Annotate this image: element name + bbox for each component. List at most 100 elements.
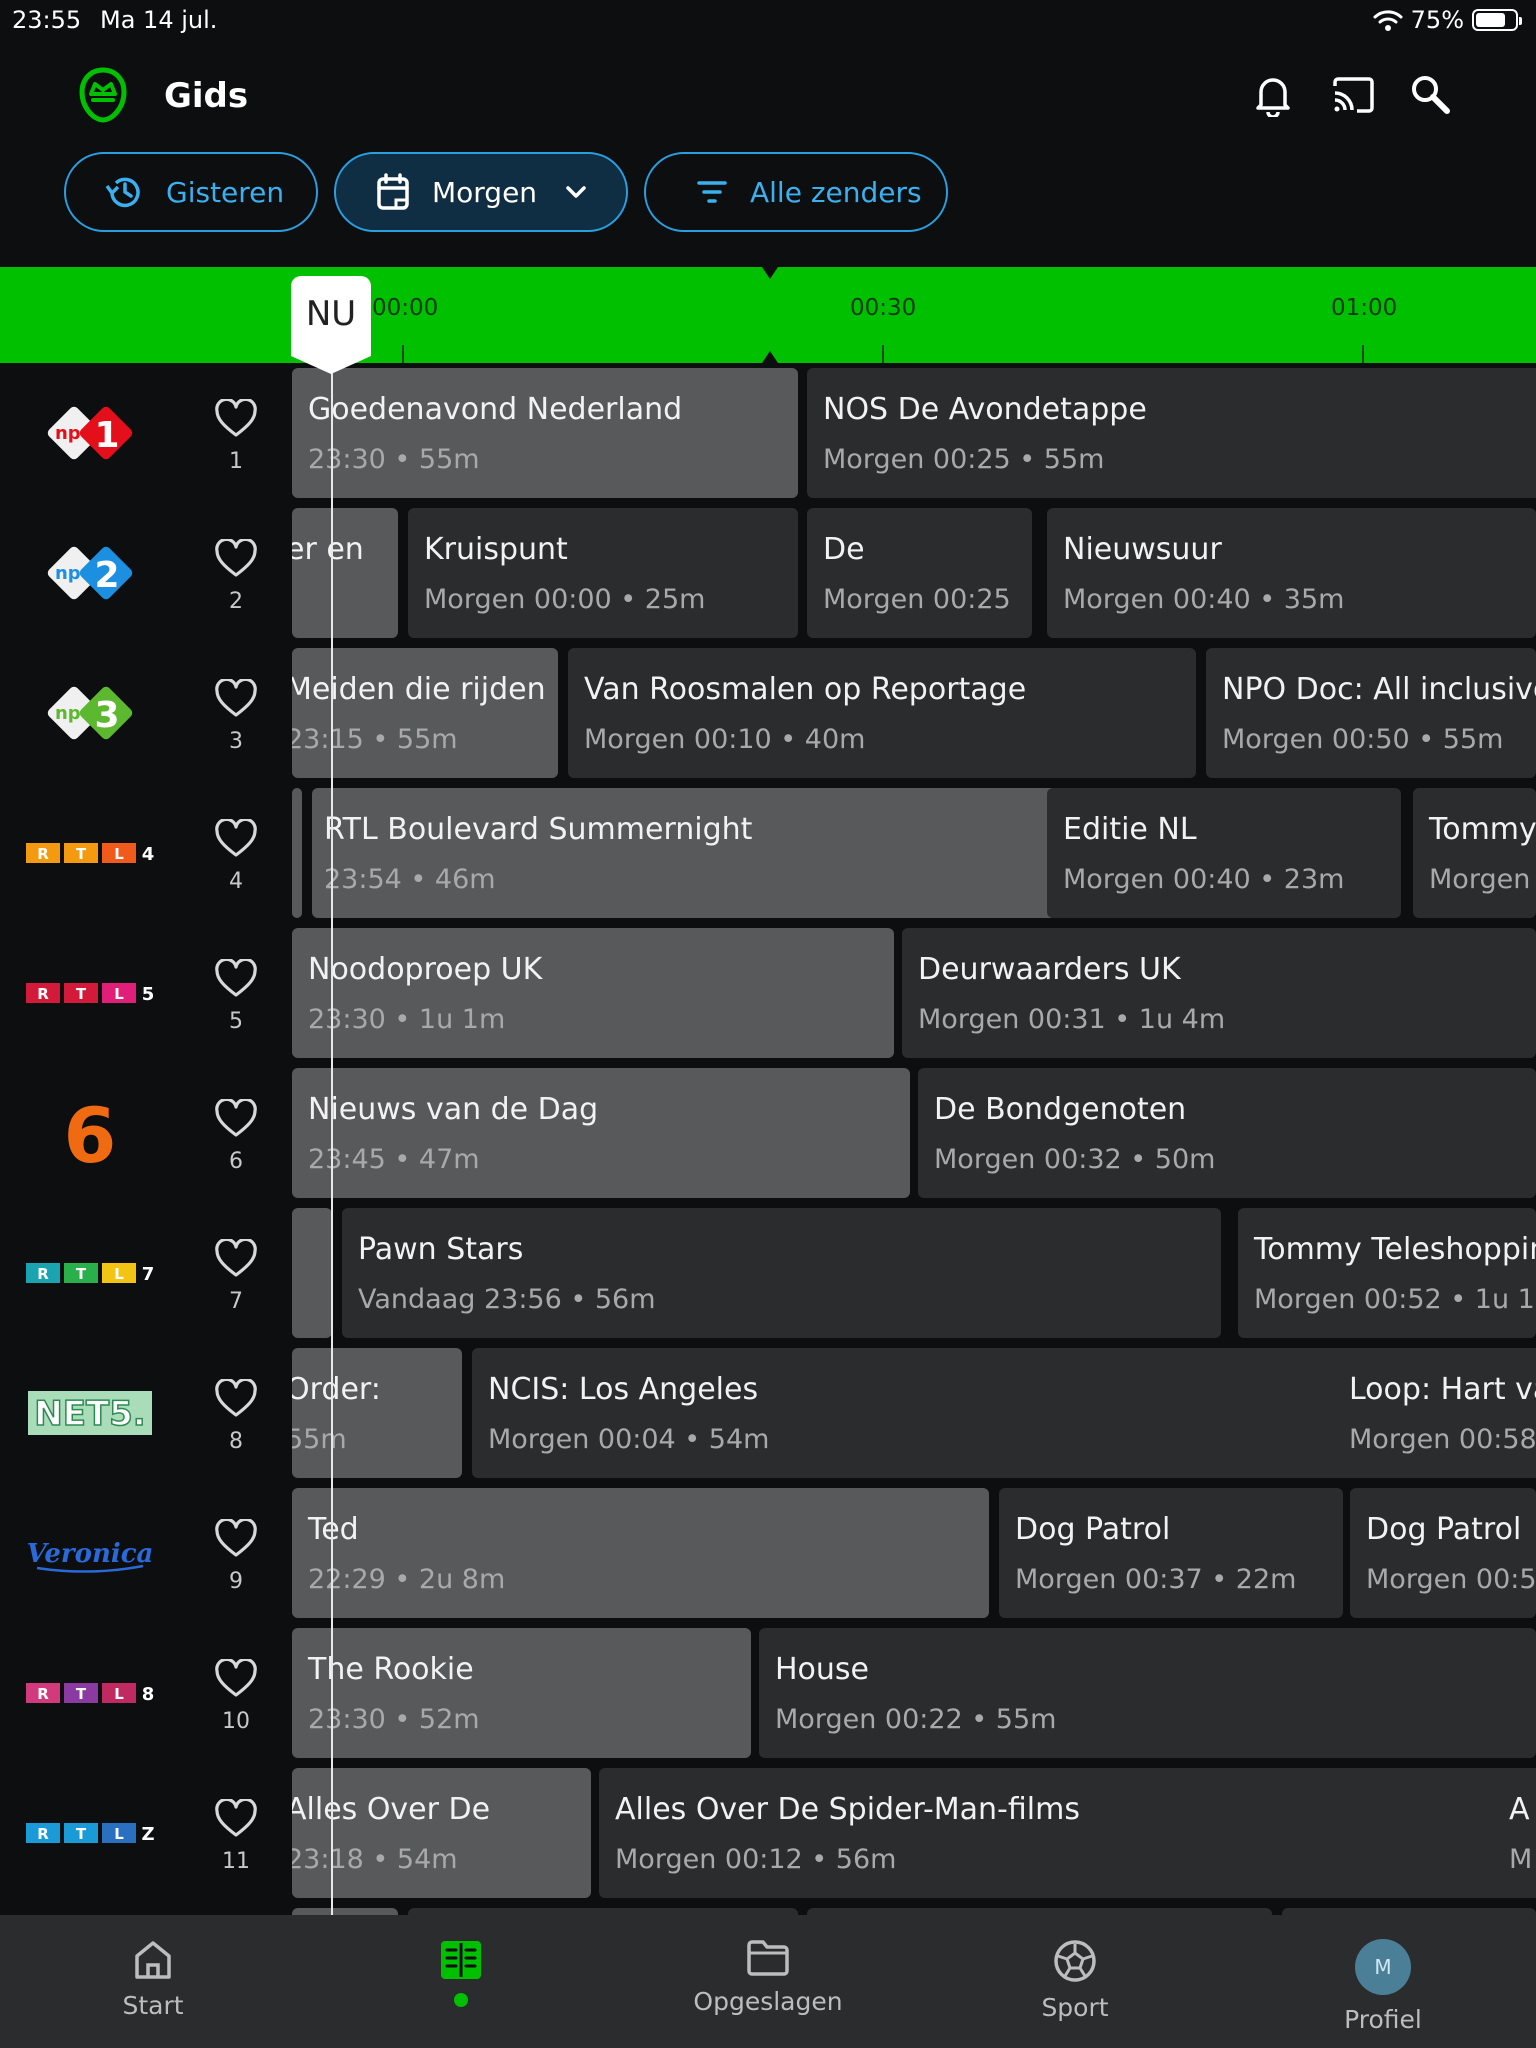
program-card[interactable]: Nieuwsuur Morgen 00:40 • 35m xyxy=(1047,508,1536,638)
program-time: 23:30 • 55m xyxy=(308,444,480,475)
program-card[interactable]: Tommy Teleshopping Morgen 00:52 • 1u 18m xyxy=(1238,1208,1536,1338)
program-time: Morgen 00:12 • 56m xyxy=(615,1844,897,1875)
channel-logo[interactable]: NET5. xyxy=(22,1371,158,1455)
program-card[interactable]: Nieuws van de Dag 23:45 • 47m xyxy=(292,1068,910,1198)
channel-logo[interactable]: R T L4 xyxy=(22,811,158,895)
favorite-button[interactable] xyxy=(214,957,258,999)
program-card[interactable]: AM xyxy=(1493,1768,1536,1898)
status-right: 75% xyxy=(1373,6,1522,34)
program-title: Alles Over De xyxy=(292,1792,491,1827)
channel-logo[interactable]: R T LZ xyxy=(22,1791,158,1875)
svg-text:T: T xyxy=(76,1825,87,1843)
svg-text:T: T xyxy=(76,1685,87,1703)
program-card[interactable] xyxy=(807,1908,1272,1915)
channel-logo[interactable]: R T L7 xyxy=(22,1231,158,1315)
channel-logo[interactable]: npo 2 xyxy=(22,531,158,615)
time-tick xyxy=(882,345,884,363)
program-card[interactable]: Van Roosmalen op Reportage Morgen 00:10 •… xyxy=(568,648,1196,778)
day-select[interactable]: Morgen xyxy=(334,152,628,232)
program-card[interactable]: Dog Patrol Morgen 00:5 xyxy=(1350,1488,1536,1618)
channel-row: NET5. 8 xyxy=(0,1343,292,1483)
favorite-button[interactable] xyxy=(214,677,258,719)
program-time: Morgen 00:22 • 55m xyxy=(775,1704,1057,1735)
channel-number: 2 xyxy=(229,589,243,614)
program-card[interactable]: Noodoproep UK 23:30 • 1u 1m xyxy=(292,928,894,1058)
program-title: Tommy Teleshopping xyxy=(1254,1232,1536,1267)
favorite-button[interactable] xyxy=(214,1097,258,1139)
timeline-bar[interactable]: 00:00 00:30 01:00 xyxy=(0,267,1536,363)
bell-icon xyxy=(1256,78,1290,117)
channel-number: 5 xyxy=(229,1009,243,1034)
program-card[interactable]: Goedenavond Nederland 23:30 • 55m xyxy=(292,368,798,498)
program-card[interactable] xyxy=(292,1208,332,1338)
program-card[interactable]: Alles Over De Spider-Man-films Morgen 00:… xyxy=(599,1768,1536,1898)
program-card[interactable]: NPO Doc: All inclusive Morgen 00:50 • 55m xyxy=(1206,648,1536,778)
page-title: Gids xyxy=(164,76,249,116)
program-card[interactable]: Editie NL Morgen 00:40 • 23m xyxy=(1047,788,1401,918)
cast-button[interactable] xyxy=(1328,70,1378,120)
nav-start[interactable]: Start xyxy=(53,1915,253,2048)
channel-logo[interactable]: npo 1 xyxy=(22,391,158,475)
program-card[interactable]: Pawn Stars Vandaag 23:56 • 56m xyxy=(342,1208,1221,1338)
heart-icon xyxy=(215,1657,257,1697)
program-card[interactable]: Kruispunt Morgen 00:00 • 25m xyxy=(408,508,798,638)
program-card[interactable]: House Morgen 00:22 • 55m xyxy=(759,1628,1536,1758)
program-card[interactable] xyxy=(1282,1908,1536,1915)
channel-logo[interactable]: R T L5 xyxy=(22,951,158,1035)
program-card[interactable]: Ted 22:29 • 2u 8m xyxy=(292,1488,989,1618)
svg-text:4: 4 xyxy=(142,844,155,865)
program-title: De xyxy=(823,532,865,567)
program-card[interactable]: NOS De Avondetappe Morgen 00:25 • 55m xyxy=(807,368,1536,498)
favorite-button[interactable] xyxy=(214,397,258,439)
favorite-button[interactable] xyxy=(214,1377,258,1419)
svg-text:3: 3 xyxy=(94,695,119,736)
program-card[interactable] xyxy=(408,1908,798,1915)
time-label: 00:00 xyxy=(372,295,439,321)
channels-filter-button[interactable]: Alle zenders xyxy=(644,152,948,232)
favorite-button[interactable] xyxy=(214,1237,258,1279)
channel-logo[interactable]: R T L8 xyxy=(22,1651,158,1735)
program-title: Tommy xyxy=(1429,812,1536,847)
favorite-button[interactable] xyxy=(214,1517,258,1559)
program-card[interactable]: The Rookie 23:30 • 52m xyxy=(292,1628,751,1758)
program-card[interactable]: Tommy Morgen xyxy=(1413,788,1536,918)
channel-logo-icon: R T L7 xyxy=(26,1263,154,1285)
program-card[interactable]: Loop: Hart van Morgen 00:58 xyxy=(1333,1348,1536,1478)
nav-sport[interactable]: Sport xyxy=(975,1915,1175,2048)
channel-logo[interactable]: Veronica xyxy=(22,1511,158,1595)
program-title: Dog Patrol xyxy=(1015,1512,1171,1547)
search-button[interactable] xyxy=(1406,70,1456,120)
filter-icon xyxy=(697,181,727,203)
channel-row: Veronica 9 xyxy=(0,1483,292,1623)
program-card[interactable]: De Morgen 00:25 xyxy=(807,508,1032,638)
program-title: Van Roosmalen op Reportage xyxy=(584,672,1027,707)
program-card[interactable]: Order: 55m xyxy=(292,1348,462,1478)
favorite-button[interactable] xyxy=(214,1657,258,1699)
program-card[interactable] xyxy=(292,788,302,918)
channel-row: R T L 8 10 xyxy=(0,1623,292,1763)
now-button[interactable]: NU xyxy=(291,276,371,374)
program-title: A xyxy=(1509,1792,1530,1827)
program-card[interactable]: Dog Patrol Morgen 00:37 • 22m xyxy=(999,1488,1343,1618)
notifications-button[interactable] xyxy=(1248,70,1298,120)
program-title: House xyxy=(775,1652,870,1687)
yesterday-button[interactable]: Gisteren xyxy=(64,152,318,232)
favorite-button[interactable] xyxy=(214,1797,258,1839)
program-card[interactable]: er en xyxy=(292,508,398,638)
history-icon xyxy=(105,177,140,208)
nav-start-label: Start xyxy=(122,1991,184,2020)
favorite-button[interactable] xyxy=(214,537,258,579)
program-card[interactable] xyxy=(292,1908,398,1915)
program-time: 23:54 • 46m xyxy=(324,864,496,895)
svg-text:5: 5 xyxy=(142,984,155,1005)
nav-profile[interactable]: M Profiel xyxy=(1283,1915,1483,2048)
channel-logo[interactable]: 6 xyxy=(22,1091,158,1175)
nav-guide[interactable] xyxy=(361,1915,561,2048)
program-card[interactable]: De Bondgenoten Morgen 00:32 • 50m xyxy=(918,1068,1536,1198)
nav-saved[interactable]: Opgeslagen xyxy=(668,1915,868,2048)
program-grid[interactable]: Goedenavond Nederland 23:30 • 55m NOS De A… xyxy=(292,363,1536,1915)
channel-logo[interactable]: npo 3 xyxy=(22,671,158,755)
program-card[interactable]: Alles Over De 23:18 • 54m xyxy=(292,1768,591,1898)
program-card[interactable]: Deurwaarders UK Morgen 00:31 • 1u 4m xyxy=(902,928,1536,1058)
favorite-button[interactable] xyxy=(214,817,258,859)
